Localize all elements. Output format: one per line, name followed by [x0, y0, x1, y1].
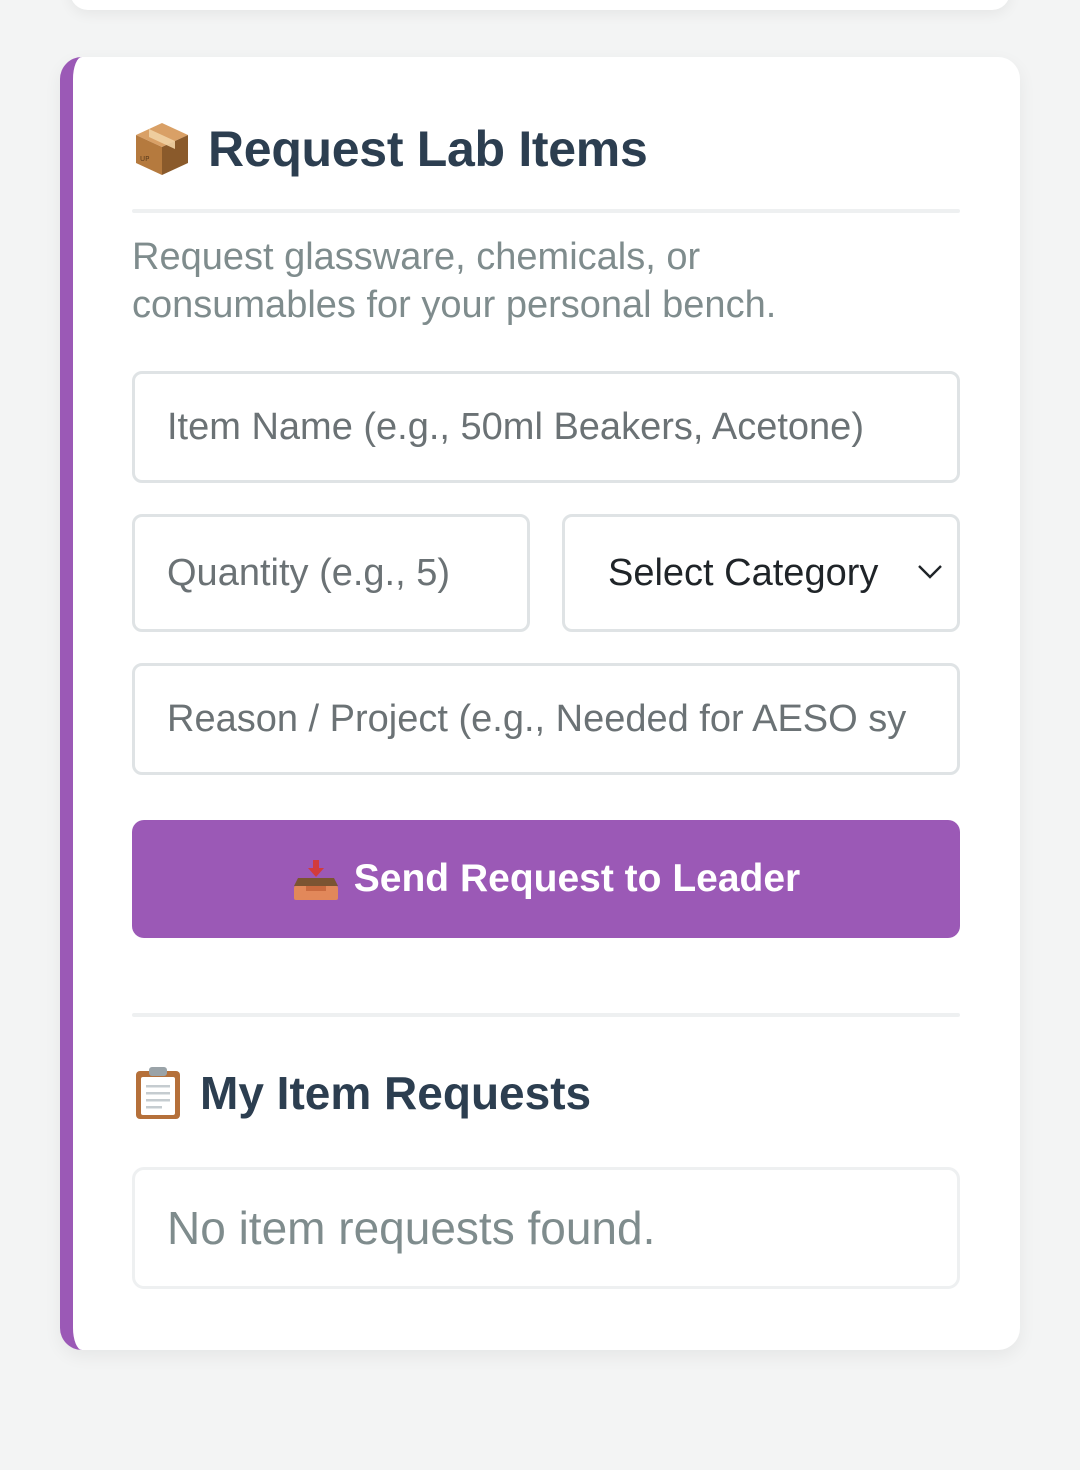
- my-requests-header: My Item Requests: [132, 1063, 960, 1123]
- description-line-1: Request glassware, chemicals, or: [132, 236, 701, 278]
- inbox-tray-icon: [293, 860, 338, 900]
- reason-input[interactable]: Reason / Project (e.g., Needed for AESO …: [132, 663, 960, 775]
- card-description: Request glassware, chemicals, or consuma…: [132, 233, 960, 329]
- clipboard-icon: [136, 1067, 180, 1119]
- svg-text:UP: UP: [140, 155, 149, 163]
- item-name-input[interactable]: Item Name (e.g., 50ml Beakers, Acetone): [132, 371, 960, 483]
- category-select[interactable]: Select Category: [562, 514, 960, 632]
- description-line-2: consumables for your personal bench.: [132, 284, 777, 326]
- card-header: UP Request Lab Items: [132, 119, 960, 179]
- my-requests-title: My Item Requests: [200, 1067, 592, 1119]
- header-divider: [132, 209, 960, 213]
- empty-message: No item requests found.: [167, 1202, 656, 1254]
- reason-placeholder: Reason / Project (e.g., Needed for AESO …: [167, 697, 907, 740]
- package-icon: UP: [136, 123, 188, 175]
- quantity-input[interactable]: Quantity (e.g., 5): [132, 514, 530, 632]
- requests-empty-state: No item requests found.: [132, 1167, 960, 1289]
- section-divider: [132, 1013, 960, 1017]
- quantity-placeholder: Quantity (e.g., 5): [167, 551, 451, 594]
- send-request-label: Send Request to Leader: [353, 857, 801, 900]
- send-request-button[interactable]: Send Request to Leader: [132, 820, 960, 938]
- category-selected-value: Select Category: [608, 551, 879, 594]
- chevron-down-icon: [918, 565, 942, 579]
- item-name-placeholder: Item Name (e.g., 50ml Beakers, Acetone): [167, 405, 864, 448]
- previous-card-edge: [70, 0, 1010, 10]
- card-title: Request Lab Items: [208, 121, 648, 177]
- request-lab-items-card: UP Request Lab Items Request glassware, …: [60, 57, 1020, 1350]
